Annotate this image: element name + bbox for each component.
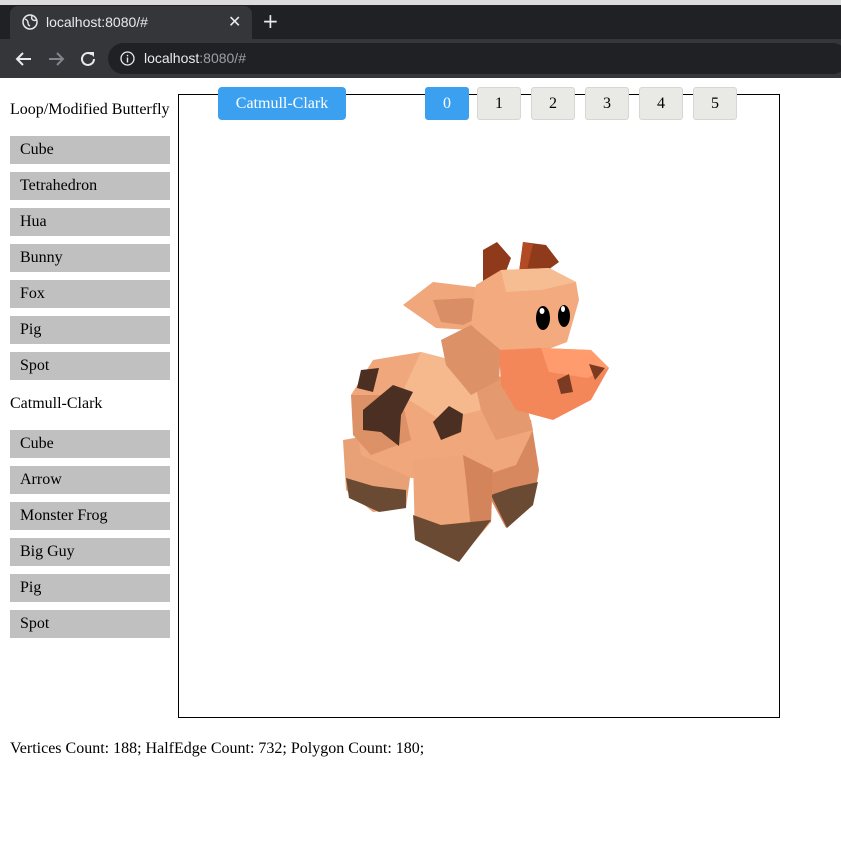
loop-section-heading: Loop/Modified Butterfly	[10, 101, 170, 118]
render-viewport[interactable]	[178, 94, 780, 718]
browser-tab-bar: localhost:8080/# ✕ +	[0, 5, 841, 39]
catmull-clark-mode-button[interactable]: Catmull-Clark	[218, 87, 346, 120]
reload-icon[interactable]	[77, 48, 99, 70]
info-icon[interactable]	[120, 51, 135, 66]
browser-toolbar: localhost:8080/#	[0, 39, 841, 78]
url-path: :8080/#	[199, 50, 246, 66]
catmull-arrow-button[interactable]: Arrow	[10, 466, 170, 494]
mesh-stats-text: Vertices Count: 188; HalfEdge Count: 732…	[10, 740, 425, 757]
url-text: localhost:8080/#	[144, 43, 246, 74]
browser-tab[interactable]: localhost:8080/# ✕	[10, 6, 252, 39]
subdivision-level-0-button[interactable]: 0	[425, 87, 469, 120]
address-bar[interactable]: localhost:8080/#	[108, 43, 841, 74]
loop-tetrahedron-button[interactable]: Tetrahedron	[10, 172, 170, 200]
catmull-section-heading: Catmull-Clark	[10, 395, 103, 412]
forward-arrow-icon[interactable]	[45, 48, 67, 70]
cow-model-render	[343, 242, 609, 562]
loop-pig-button[interactable]: Pig	[10, 316, 170, 344]
subdivision-level-2-button[interactable]: 2	[531, 87, 575, 120]
catmull-big-guy-button[interactable]: Big Guy	[10, 538, 170, 566]
catmull-cube-button[interactable]: Cube	[10, 430, 170, 458]
subdivision-level-5-button[interactable]: 5	[693, 87, 737, 120]
subdivision-level-3-button[interactable]: 3	[585, 87, 629, 120]
catmull-monster-frog-button[interactable]: Monster Frog	[10, 502, 170, 530]
subdivision-level-4-button[interactable]: 4	[639, 87, 683, 120]
url-host: localhost	[144, 50, 200, 66]
tab-title: localhost:8080/#	[46, 14, 148, 30]
new-tab-button[interactable]: +	[262, 11, 279, 31]
loop-bunny-button[interactable]: Bunny	[10, 244, 170, 272]
back-arrow-icon[interactable]	[13, 48, 35, 70]
loop-cube-button[interactable]: Cube	[10, 136, 170, 164]
globe-icon	[22, 14, 38, 30]
close-icon[interactable]: ✕	[228, 12, 241, 32]
subdivision-level-1-button[interactable]: 1	[477, 87, 521, 120]
loop-hua-button[interactable]: Hua	[10, 208, 170, 236]
catmull-pig-button[interactable]: Pig	[10, 574, 170, 602]
loop-spot-button[interactable]: Spot	[10, 352, 170, 380]
loop-fox-button[interactable]: Fox	[10, 280, 170, 308]
catmull-spot-button[interactable]: Spot	[10, 610, 170, 638]
